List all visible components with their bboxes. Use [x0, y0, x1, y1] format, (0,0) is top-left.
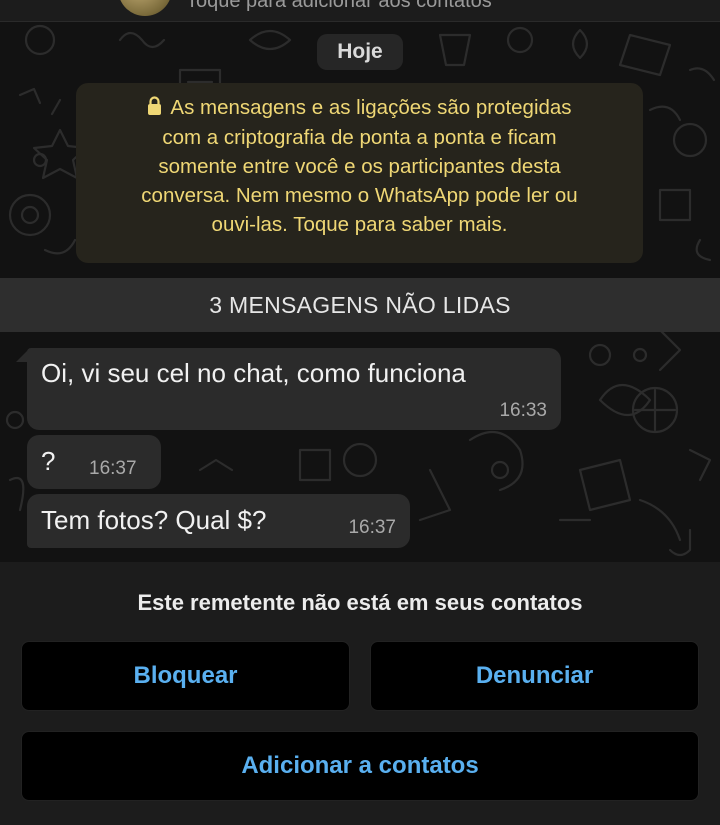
date-label: Hoje	[317, 34, 403, 70]
encryption-line-1: As mensagens e as ligações são protegida…	[90, 93, 629, 123]
message-text: Tem fotos? Qual $?	[41, 505, 267, 535]
block-button[interactable]: Bloquear	[21, 641, 350, 711]
encryption-notice[interactable]: As mensagens e as ligações são protegida…	[76, 83, 643, 263]
chat-header[interactable]: Toque para adicionar aos contatos	[0, 0, 720, 22]
encryption-line-4: conversa. Nem mesmo o WhatsApp pode ler …	[141, 184, 578, 207]
encryption-line-2: com a criptografia de ponta a ponta e fi…	[162, 126, 557, 149]
message-text: Oi, vi seu cel no chat, como funciona	[41, 358, 466, 388]
contact-avatar[interactable]	[118, 0, 172, 16]
unknown-sender-panel: Este remetente não está em seus contatos…	[0, 562, 720, 825]
lock-icon	[147, 94, 162, 123]
unread-messages-banner: 3 MENSAGENS NÃO LIDAS	[0, 278, 720, 332]
message-time: 16:37	[348, 517, 396, 538]
add-to-contacts-button[interactable]: Adicionar a contatos	[21, 731, 699, 801]
encryption-line-5: ouvi-las. Toque para saber mais.	[211, 213, 508, 236]
header-subtitle[interactable]: Toque para adicionar aos contatos	[186, 0, 492, 13]
encryption-line-3: somente entre você e os participantes de…	[158, 155, 561, 178]
message-time: 16:33	[499, 400, 547, 421]
message-bubble[interactable]: Tem fotos? Qual $? 16:37	[27, 494, 410, 548]
message-time: 16:37	[89, 458, 137, 479]
report-button[interactable]: Denunciar	[370, 641, 699, 711]
message-text: ?	[41, 446, 56, 476]
unknown-sender-notice: Este remetente não está em seus contatos	[137, 590, 583, 615]
message-bubble[interactable]: ? 16:37	[27, 435, 161, 489]
chat-screen: Toque para adicionar aos contatos Hoje A…	[0, 0, 720, 825]
message-bubble[interactable]: Oi, vi seu cel no chat, como funciona 16…	[27, 348, 561, 430]
